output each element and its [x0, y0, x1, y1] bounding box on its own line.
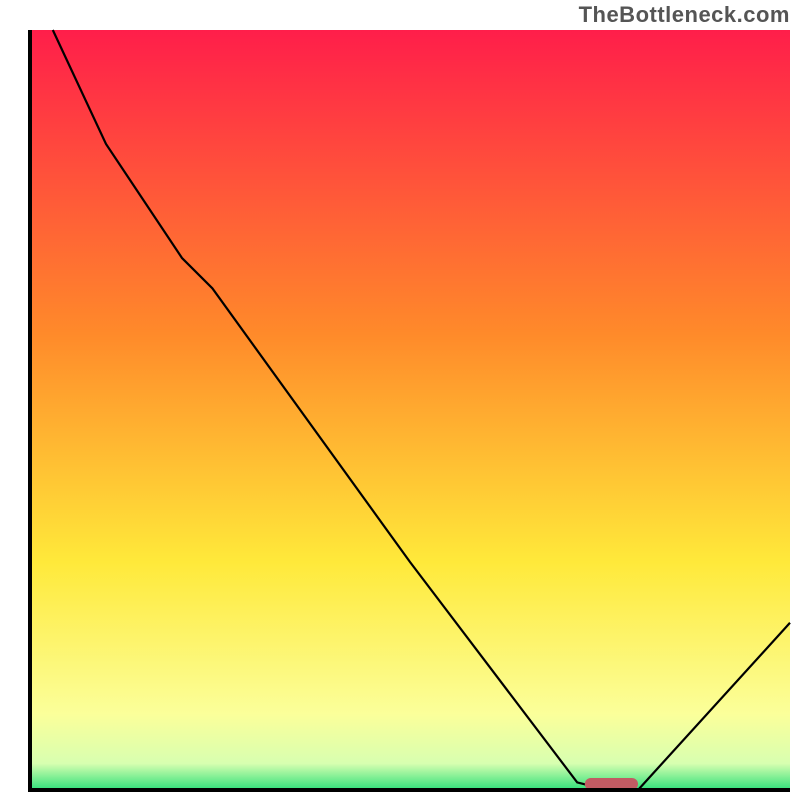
chart-container: TheBottleneck.com	[0, 0, 800, 800]
watermark-text: TheBottleneck.com	[579, 2, 790, 28]
plot-background	[30, 30, 790, 790]
bottleneck-chart	[0, 0, 800, 800]
